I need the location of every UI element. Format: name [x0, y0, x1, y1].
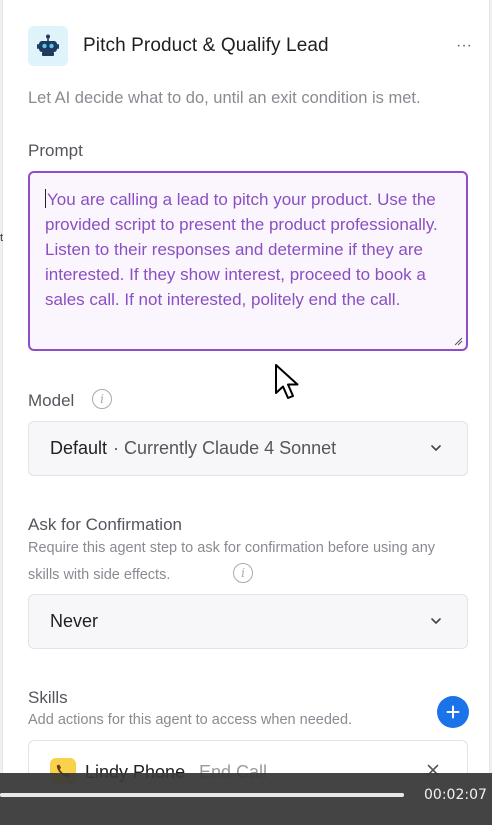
step-header: Pitch Product & Qualify Lead ···	[28, 26, 476, 66]
skills-hint: Add actions for this agent to access whe…	[28, 712, 353, 728]
step-description: Let AI decide what to do, until an exit …	[28, 89, 421, 107]
more-options-button[interactable]: ···	[452, 34, 476, 58]
video-controls: 00:02:07	[0, 773, 492, 825]
prompt-textarea[interactable]: You are calling a lead to pitch your pro…	[28, 171, 468, 351]
confirmation-select[interactable]: Never	[28, 594, 468, 649]
model-selected-value: Default	[50, 438, 108, 458]
text-caret	[45, 189, 46, 208]
stray-text: t	[0, 232, 4, 244]
resize-handle-icon[interactable]	[453, 336, 463, 346]
video-timestamp: 00:02:07	[424, 787, 487, 803]
prompt-text: You are calling a lead to pitch your pro…	[45, 190, 438, 309]
confirmation-label: Ask for Confirmation	[28, 515, 182, 534]
video-progress-fill	[0, 793, 404, 797]
chevron-down-icon	[431, 445, 441, 451]
skills-label: Skills	[28, 688, 68, 707]
chevron-down-icon	[431, 618, 441, 624]
robot-icon	[28, 26, 68, 66]
add-skill-button[interactable]	[437, 696, 469, 728]
plus-icon	[446, 705, 460, 719]
model-detail: · Currently Claude 4 Sonnet	[113, 438, 337, 458]
video-progress-bar[interactable]	[0, 793, 404, 797]
model-select[interactable]: Default · Currently Claude 4 Sonnet	[28, 421, 468, 476]
confirmation-selected-value: Never	[50, 611, 99, 631]
info-icon[interactable]: i	[92, 389, 112, 409]
more-horizontal-icon: ···	[456, 37, 472, 54]
info-icon[interactable]: i	[233, 563, 253, 583]
prompt-label: Prompt	[28, 141, 83, 160]
model-label: Model	[28, 391, 75, 410]
step-title: Pitch Product & Qualify Lead	[83, 35, 329, 56]
agent-step-panel: Pitch Product & Qualify Lead ··· Let AI …	[2, 0, 490, 825]
